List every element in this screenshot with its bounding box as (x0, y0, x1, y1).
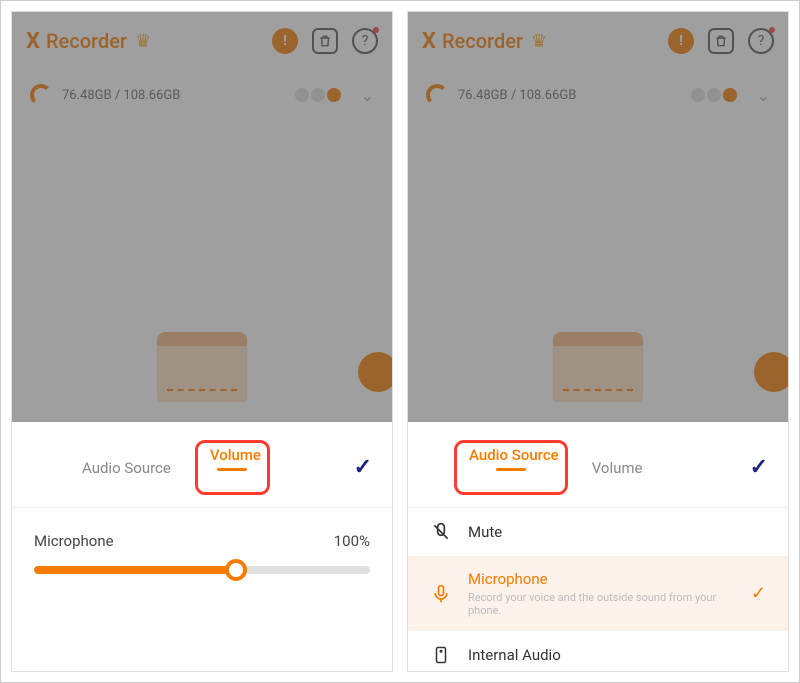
storage-row: 76.48GB / 108.66GB ⌄ (12, 70, 392, 120)
confirm-check-icon[interactable]: ✓ (354, 455, 378, 480)
source-microphone-subtitle: Record your voice and the outside sound … (468, 591, 735, 617)
clapper-icon (553, 332, 643, 402)
mode-icons[interactable] (295, 88, 341, 102)
mute-icon (430, 522, 452, 542)
storage-spinner-icon (30, 84, 52, 106)
mode-icons[interactable] (691, 88, 737, 102)
source-microphone-label: Microphone (468, 570, 735, 588)
trash-icon[interactable] (312, 28, 338, 54)
clapper-icon (157, 332, 247, 402)
source-microphone[interactable]: Microphone Record your voice and the out… (408, 556, 788, 631)
help-icon[interactable]: ? (748, 28, 774, 54)
screenshot-left: X Recorder ♛ ! ? 76.48GB / 108.66GB ⌄ Au… (11, 11, 393, 672)
crown-icon[interactable]: ♛ (531, 31, 547, 52)
bottom-sheet: Audio Source Volume ✓ Microphone 100% (12, 422, 392, 671)
record-fab[interactable] (754, 352, 789, 392)
source-internal-label: Internal Audio (468, 646, 561, 664)
source-mute-label: Mute (468, 523, 502, 541)
app-name: Recorder (46, 29, 127, 53)
slider-thumb[interactable] (225, 559, 247, 581)
alert-icon[interactable]: ! (272, 28, 298, 54)
alert-icon[interactable]: ! (668, 28, 694, 54)
tab-volume[interactable]: Volume (586, 455, 649, 481)
storage-text: 76.48GB / 108.66GB (62, 88, 180, 103)
highlight-box: Audio Source (454, 440, 568, 495)
app-header: X Recorder ♛ ! ? (12, 12, 392, 70)
chevron-down-icon[interactable]: ⌄ (757, 86, 770, 105)
screenshot-right: X Recorder ♛ ! ? 76.48GB / 108.66GB ⌄ Au… (407, 11, 789, 672)
app-header: X Recorder ♛ ! ? (408, 12, 788, 70)
trash-icon[interactable] (708, 28, 734, 54)
volume-label: Microphone (34, 532, 114, 550)
help-icon[interactable]: ? (352, 28, 378, 54)
volume-slider[interactable] (12, 560, 392, 594)
volume-value: 100% (334, 532, 370, 550)
storage-spinner-icon (426, 84, 448, 106)
source-mute[interactable]: Mute (408, 508, 788, 556)
logo-x-icon: X (422, 29, 436, 54)
internal-audio-icon (430, 645, 452, 665)
sheet-tabs: Audio Source Volume ✓ (12, 422, 392, 505)
highlight-box: Volume (195, 440, 270, 495)
tab-audio-source[interactable]: Audio Source (76, 455, 177, 481)
background-content: X Recorder ♛ ! ? 76.48GB / 108.66GB ⌄ (12, 12, 392, 422)
microphone-icon (430, 584, 452, 604)
background-content: X Recorder ♛ ! ? 76.48GB / 108.66GB ⌄ (408, 12, 788, 422)
selected-check-icon: ✓ (751, 583, 766, 604)
bottom-sheet: Audio Source Volume ✓ Mute Microphone Re… (408, 422, 788, 671)
tab-volume[interactable]: Volume (204, 442, 261, 494)
storage-text: 76.48GB / 108.66GB (458, 88, 576, 103)
sheet-tabs: Audio Source Volume ✓ (408, 422, 788, 505)
logo-x-icon: X (26, 29, 40, 54)
chevron-down-icon[interactable]: ⌄ (361, 86, 374, 105)
volume-row: Microphone 100% (12, 508, 392, 560)
storage-row: 76.48GB / 108.66GB ⌄ (408, 70, 788, 120)
crown-icon[interactable]: ♛ (135, 31, 151, 52)
app-name: Recorder (442, 29, 523, 53)
confirm-check-icon[interactable]: ✓ (750, 455, 774, 480)
source-internal[interactable]: Internal Audio (408, 631, 788, 672)
tab-audio-source[interactable]: Audio Source (463, 442, 559, 494)
record-fab[interactable] (358, 352, 393, 392)
